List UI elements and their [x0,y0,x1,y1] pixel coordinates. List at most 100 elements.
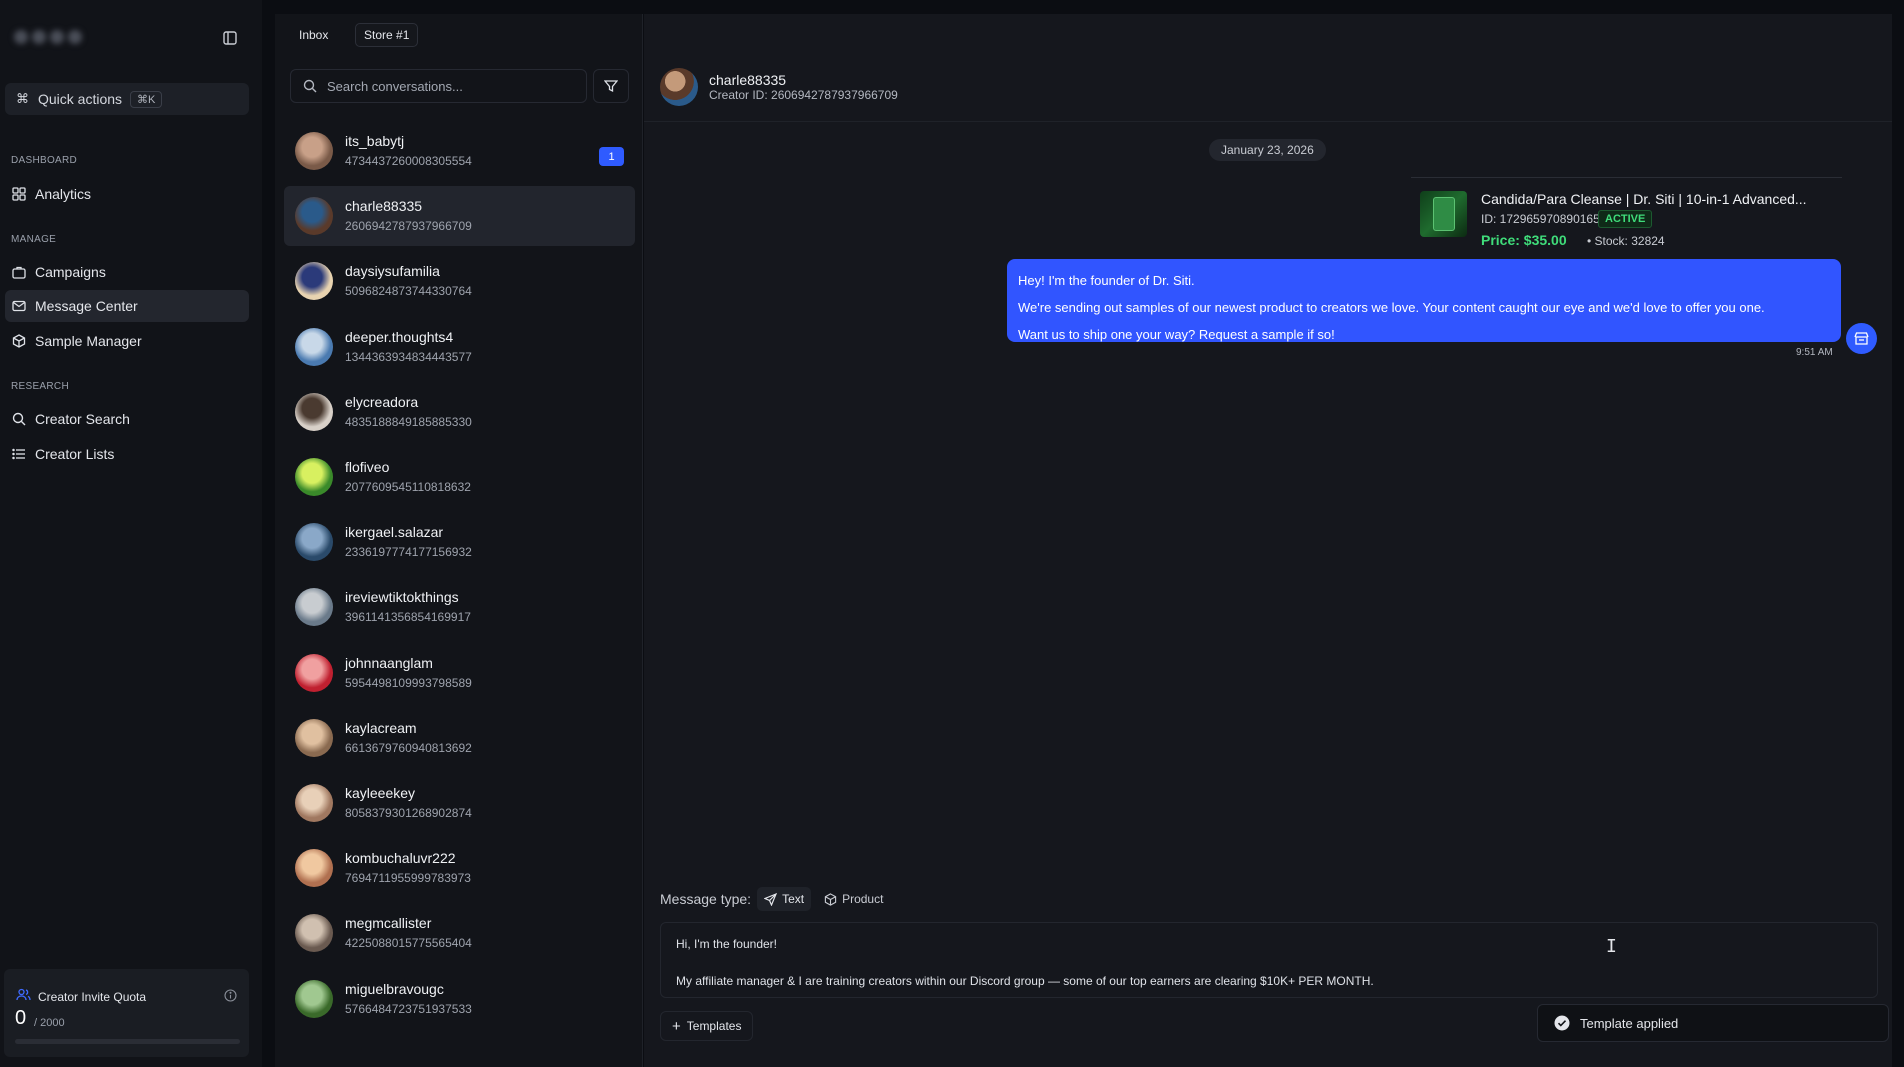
conversation-item[interactable]: flofiveo 2077609545110818632 [284,447,635,507]
conversation-name: ireviewtiktokthings [345,589,459,606]
sidebar-item-creator-lists[interactable]: Creator Lists [5,438,249,470]
conversation-name: ikergael.salazar [345,524,444,541]
quota-total: / 2000 [34,1017,65,1029]
store-icon [1846,323,1877,354]
unread-badge: 1 [599,147,624,166]
sidebar-item-creator-search[interactable]: Creator Search [5,403,249,435]
briefcase-icon [12,266,26,279]
templates-button[interactable]: + Templates [660,1011,754,1041]
conversation-id: 4835188849185885330 [345,414,472,429]
avatar [295,132,333,170]
avatar [295,653,333,692]
conversation-item[interactable]: its_babytj 4734437260008305554 1 [284,121,635,181]
sidebar-item-label: Creator Search [35,411,130,427]
conversation-id: 1344363934834443577 [345,349,472,364]
sidebar-item-label: Analytics [35,186,92,202]
message-composer[interactable]: Hi, I'm the founder! My affiliate manage… [660,922,1878,998]
conversation-item[interactable]: kombuchaluvr222 7694711955999783973 [284,838,635,898]
package-icon [824,892,837,906]
conversation-name: kaylacream [345,719,417,736]
send-icon [764,892,778,906]
conversation-id: 4225088015775565404 [345,936,472,951]
message-type-selector: Message type: Text Product [660,887,890,911]
conversation-item[interactable]: miguelbravougc 5766484723751937533 [284,969,635,1029]
type-text-label: Text [782,892,805,906]
grid-icon [12,187,26,201]
shortcut-badge: ⌘K [130,90,163,108]
avatar [295,262,333,301]
quick-actions-label: Quick actions [38,91,123,107]
type-text-button[interactable]: Text [757,887,812,911]
conversation-item[interactable]: charle88335 2606942787937966709 [284,186,635,247]
creator-invite-quota: Creator Invite Quota 0 / 2000 [4,969,249,1057]
sidebar-item-analytics[interactable]: Analytics [5,178,249,210]
message-timestamp: 9:51 AM [1796,347,1833,358]
sidebar: ⌘ Quick actions ⌘K DASHBOARD Analytics M… [0,0,262,1067]
section-dashboard: DASHBOARD [11,155,78,166]
avatar [295,979,333,1018]
conversation-id: 8058379301268902874 [345,806,472,820]
avatar [295,784,333,822]
plus-icon: + [672,1017,681,1035]
composer-line: Hi, I'm the founder! [676,937,778,951]
section-manage: MANAGE [11,234,57,245]
avatar [295,588,333,627]
conversation-id: 2606942787937966709 [345,219,472,234]
conversation-item[interactable]: johnnaanglam 5954498109993798589 [284,643,635,703]
conversation-list-panel: Inbox Store #1 its_babytj 473443726000830… [275,14,643,1067]
conversation-id: 3961141356854169917 [345,610,471,625]
avatar [660,68,698,106]
info-icon[interactable] [224,989,237,1002]
type-product-label: Product [842,892,884,906]
message-line: Hey! I'm the founder of Dr. Siti. [1018,273,1195,288]
conversation-item[interactable]: deeper.thoughts4 1344363934834443577 [284,317,635,377]
search-icon [303,79,317,93]
conversation-id: 7694711955999783973 [345,871,471,886]
message-line: We're sending out samples of our newest … [1018,300,1765,315]
sidebar-item-label: Creator Lists [35,446,115,462]
conversation-id: 2336197774177156932 [345,545,472,560]
conversation-item[interactable]: ikergael.salazar 2336197774177156932 [284,512,635,572]
conversation-name: deeper.thoughts4 [345,328,454,345]
conversation-item[interactable]: kayleeekey 8058379301268902874 [284,773,635,833]
sidebar-item-label: Sample Manager [35,333,142,349]
conversation-item[interactable]: ireviewtiktokthings 3961141356854169917 [284,577,635,637]
conversation-name: megmcallister [345,915,432,932]
conversation-item[interactable]: kaylacream 6613679760940813692 [284,708,635,768]
product-title: Candida/Para Cleanse | Dr. Siti | 10-in-… [1481,191,1807,207]
conversation-id: 5954498109993798589 [345,675,472,690]
tab-store-1[interactable]: Store #1 [355,23,419,47]
avatar [295,718,333,757]
chat-creator-id: Creator ID: 2606942787937966709 [709,88,898,102]
product-price: Price: $35.00 [1481,232,1567,248]
package-icon [12,334,26,348]
chat-header: charle88335 Creator ID: 2606942787937966… [644,14,1892,122]
section-research: RESEARCH [11,381,69,392]
sidebar-item-campaigns[interactable]: Campaigns [5,256,249,288]
sidebar-toggle-icon[interactable] [219,28,241,48]
conversation-item[interactable]: elycreadora 4835188849185885330 [284,382,635,442]
product-card[interactable]: Candida/Para Cleanse | Dr. Siti | 10-in-… [1411,177,1842,261]
sidebar-item-message-center[interactable]: Message Center [5,290,249,322]
check-circle-icon [1554,1015,1570,1031]
chat-creator-name: charle88335 [709,72,787,88]
conversation-item[interactable]: daysiysufamilia 5096824873744330764 [284,251,635,311]
search-box [290,69,587,103]
sidebar-item-sample-manager[interactable]: Sample Manager [5,325,249,357]
filter-button[interactable] [593,69,629,103]
conversation-item[interactable]: megmcallister 4225088015775565404 [284,903,635,963]
quota-title: Creator Invite Quota [38,990,147,1004]
type-product-button[interactable]: Product [817,887,890,911]
conversation-name: its_babytj [345,133,405,149]
users-icon [16,988,31,1001]
avatar [295,523,333,562]
tab-inbox[interactable]: Inbox [291,23,336,47]
search-input[interactable] [327,78,567,94]
list-icon [12,448,25,460]
quota-used: 0 [15,1007,27,1029]
conversation-name: kayleeekey [345,785,416,801]
conversation-name: elycreadora [345,393,419,410]
command-icon: ⌘ [16,91,29,106]
quick-actions-button[interactable]: ⌘ Quick actions ⌘K [5,83,249,115]
templates-label: Templates [686,1019,742,1033]
